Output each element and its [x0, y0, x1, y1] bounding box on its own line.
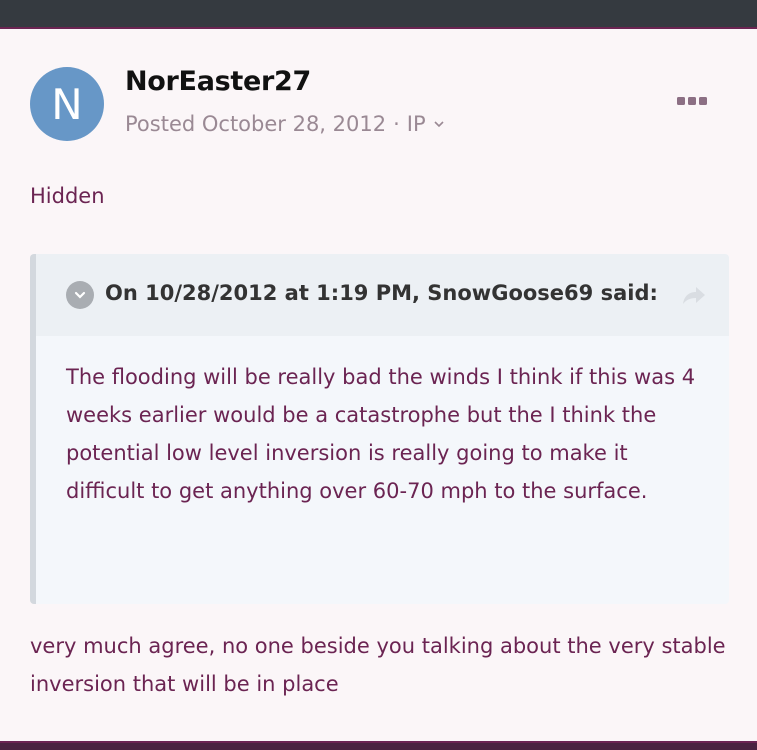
chevron-down-icon: [434, 121, 444, 128]
chevron-down-icon[interactable]: [66, 281, 94, 309]
hidden-status: Hidden: [30, 184, 105, 208]
quote-block: On 10/28/2012 at 1:19 PM, SnowGoose69 sa…: [30, 254, 729, 604]
ellipsis-dot: [688, 97, 696, 105]
ellipsis-dot: [677, 97, 685, 105]
chevron-glyph: [74, 291, 86, 299]
bottom-bar: [0, 741, 757, 750]
quote-citation: On 10/28/2012 at 1:19 PM, SnowGoose69 sa…: [105, 281, 658, 305]
post-content: very much agree, no one beside you talki…: [30, 634, 726, 696]
top-bar: [0, 0, 757, 29]
ip-dropdown[interactable]: IP: [407, 112, 446, 136]
ellipsis-icon[interactable]: [677, 97, 707, 105]
posted-date: Posted October 28, 2012: [125, 112, 387, 136]
author-name[interactable]: NorEaster27: [125, 66, 311, 97]
ellipsis-dot: [699, 97, 707, 105]
post-meta: Posted October 28, 2012 · IP: [125, 112, 446, 136]
share-arrow-icon[interactable]: [681, 284, 707, 306]
meta-separator: ·: [393, 112, 400, 136]
quote-header: On 10/28/2012 at 1:19 PM, SnowGoose69 sa…: [36, 254, 729, 336]
ip-label: IP: [406, 112, 426, 136]
avatar-letter: N: [51, 79, 83, 129]
avatar[interactable]: N: [30, 67, 104, 141]
quote-body: The flooding will be really bad the wind…: [66, 365, 696, 503]
